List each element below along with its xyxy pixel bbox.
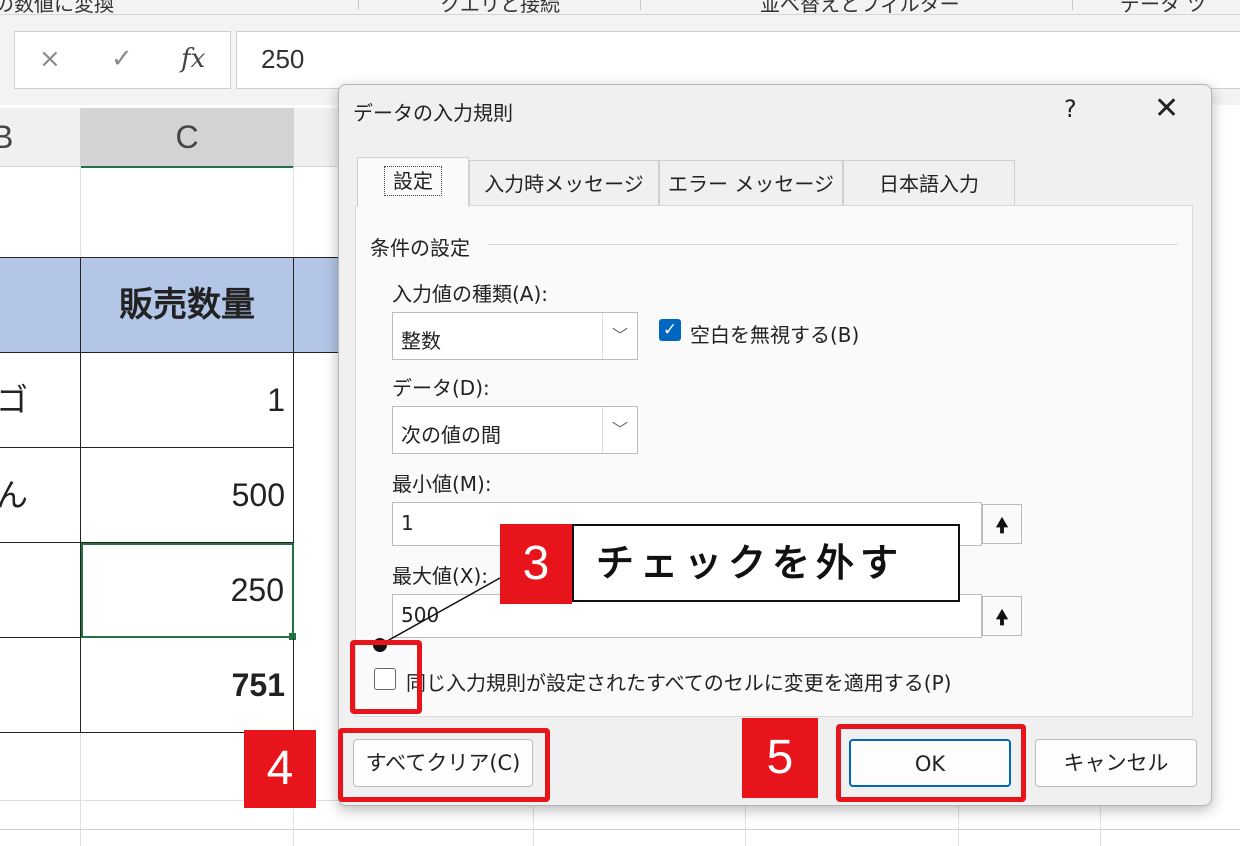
- callout-line: [379, 577, 501, 646]
- tab-settings[interactable]: 設定: [357, 157, 469, 207]
- annotation-layer: [373, 577, 501, 652]
- step3-callout-text: チェックを外す: [572, 524, 960, 602]
- highlight-checkbox: [350, 640, 422, 714]
- highlight-clear-all: [338, 728, 550, 802]
- step3-badge: 3: [500, 524, 572, 604]
- step4-badge: 4: [244, 730, 316, 808]
- highlight-ok: [836, 724, 1026, 802]
- step5-badge: 5: [742, 718, 818, 798]
